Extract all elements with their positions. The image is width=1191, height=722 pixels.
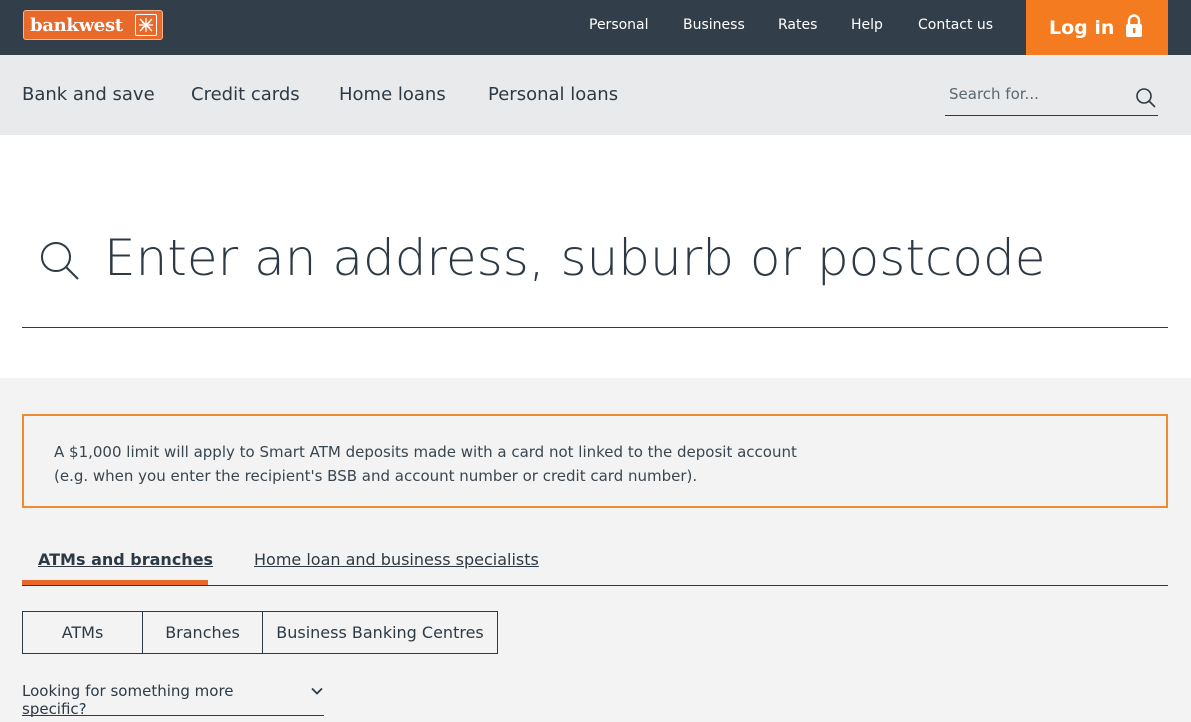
topnav-contact-us[interactable]: Contact us xyxy=(918,17,993,33)
login-button[interactable]: Log in xyxy=(1026,0,1168,55)
notice-line-2: (e.g. when you enter the recipient's BSB… xyxy=(54,467,698,485)
subnav-home-loans[interactable]: Home loans xyxy=(339,84,446,105)
filter-business-banking-centres-button[interactable]: Business Banking Centres xyxy=(263,612,497,653)
site-search xyxy=(945,80,1158,116)
logo-emblem-icon xyxy=(135,14,157,36)
topnav-personal[interactable]: Personal xyxy=(589,17,649,33)
location-search-input[interactable] xyxy=(104,223,1154,293)
filter-branches-button[interactable]: Branches xyxy=(143,612,263,653)
lock-icon xyxy=(1125,14,1143,43)
subnav-personal-loans[interactable]: Personal loans xyxy=(488,84,618,105)
filter-atms-button[interactable]: ATMs xyxy=(23,612,143,653)
chevron-down-icon xyxy=(310,684,324,702)
bankwest-logo[interactable]: bankwest xyxy=(23,10,163,40)
site-search-input[interactable] xyxy=(949,85,1129,103)
deposit-limit-notice: A $1,000 limit will apply to Smart ATM d… xyxy=(22,414,1168,508)
more-specific-dropdown[interactable]: Looking for something more specific? xyxy=(22,680,324,718)
locator-search-section xyxy=(0,135,1191,378)
location-type-filter: ATMs Branches Business Banking Centres xyxy=(22,611,498,654)
topnav-business[interactable]: Business xyxy=(683,17,745,33)
top-bar: bankwest Personal Business Rates Help Co… xyxy=(0,0,1191,55)
login-label: Log in xyxy=(1049,16,1115,39)
topnav-help[interactable]: Help xyxy=(851,17,883,33)
notice-line-1: A $1,000 limit will apply to Smart ATM d… xyxy=(54,443,797,461)
product-nav: Bank and save Credit cards Home loans Pe… xyxy=(0,55,1191,135)
subnav-bank-and-save[interactable]: Bank and save xyxy=(22,84,155,105)
search-icon[interactable] xyxy=(1134,86,1158,114)
active-tab-indicator xyxy=(22,580,208,585)
tab-home-loan-and-business-specialists[interactable]: Home loan and business specialists xyxy=(254,550,539,569)
subnav-credit-cards[interactable]: Credit cards xyxy=(191,84,300,105)
locator-tabs: ATMs and branches Home loan and business… xyxy=(22,540,1168,586)
tab-atms-and-branches[interactable]: ATMs and branches xyxy=(38,550,213,569)
more-specific-label: Looking for something more specific? xyxy=(22,682,234,718)
search-icon xyxy=(38,239,80,285)
location-search xyxy=(22,199,1168,328)
topnav-rates[interactable]: Rates xyxy=(778,17,817,33)
logo-text: bankwest xyxy=(30,14,123,36)
